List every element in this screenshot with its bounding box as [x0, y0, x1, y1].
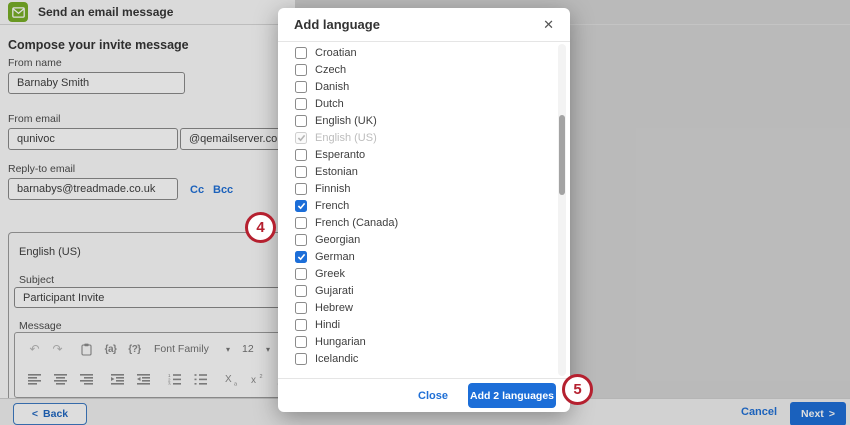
language-row[interactable]: Georgian	[278, 231, 556, 248]
language-row[interactable]: Finnish	[278, 180, 556, 197]
scrollbar-thumb[interactable]	[559, 115, 565, 195]
modal-title: Add language	[294, 17, 380, 32]
language-row[interactable]: German	[278, 248, 556, 265]
language-label: Georgian	[315, 234, 360, 246]
language-label: Estonian	[315, 166, 358, 178]
language-row[interactable]: Icelandic	[278, 350, 556, 367]
checkbox-checked-icon[interactable]	[295, 251, 307, 263]
add-language-modal: Add language ✕ Croatian Czech Danish Dutch E…	[278, 8, 570, 412]
scrollbar-track[interactable]	[558, 44, 566, 376]
language-label: Finnish	[315, 183, 350, 195]
add-languages-button[interactable]: Add 2 languages	[468, 383, 556, 408]
language-label: Croatian	[315, 47, 357, 59]
language-row[interactable]: Danish	[278, 78, 556, 95]
language-row[interactable]: Dutch	[278, 95, 556, 112]
language-row[interactable]: Esperanto	[278, 146, 556, 163]
checkbox-icon[interactable]	[295, 183, 307, 195]
language-row[interactable]: Hebrew	[278, 299, 556, 316]
language-label: Gujarati	[315, 285, 354, 297]
language-label: English (UK)	[315, 115, 377, 127]
language-label: Esperanto	[315, 149, 365, 161]
modal-footer: Close Add 2 languages	[278, 378, 570, 412]
checkbox-icon[interactable]	[295, 47, 307, 59]
close-icon[interactable]: ✕	[543, 17, 554, 33]
checkbox-icon[interactable]	[295, 149, 307, 161]
checkbox-icon[interactable]	[295, 302, 307, 314]
app-window: Send an email message Compose your invit…	[0, 0, 850, 425]
language-label: Dutch	[315, 98, 344, 110]
language-row[interactable]: English (UK)	[278, 112, 556, 129]
language-row[interactable]: Hungarian	[278, 333, 556, 350]
language-label: English (US)	[315, 132, 377, 144]
language-label: Danish	[315, 81, 349, 93]
language-label: Hungarian	[315, 336, 366, 348]
language-row[interactable]: Hindi	[278, 316, 556, 333]
language-row[interactable]: French	[278, 197, 556, 214]
language-list: Croatian Czech Danish Dutch English (UK) Engl…	[278, 43, 556, 378]
checkbox-icon[interactable]	[295, 98, 307, 110]
language-label: French	[315, 200, 349, 212]
annotation-step-5: 5	[562, 374, 593, 405]
modal-close-button[interactable]: Close	[418, 390, 448, 402]
checkbox-icon[interactable]	[295, 64, 307, 76]
language-row[interactable]: Czech	[278, 61, 556, 78]
checkbox-checked-icon	[295, 132, 307, 144]
language-label: French (Canada)	[315, 217, 398, 229]
language-row[interactable]: Estonian	[278, 163, 556, 180]
checkbox-icon[interactable]	[295, 353, 307, 365]
modal-header: Add language ✕	[278, 8, 570, 42]
language-row[interactable]: Croatian	[278, 44, 556, 61]
language-label: Hindi	[315, 319, 340, 331]
language-row[interactable]: Greek	[278, 265, 556, 282]
checkbox-icon[interactable]	[295, 319, 307, 331]
checkbox-icon[interactable]	[295, 268, 307, 280]
annotation-step-4: 4	[245, 212, 276, 243]
checkbox-icon[interactable]	[295, 81, 307, 93]
checkbox-icon[interactable]	[295, 234, 307, 246]
language-row[interactable]: Gujarati	[278, 282, 556, 299]
language-label: Czech	[315, 64, 346, 76]
checkbox-icon[interactable]	[295, 115, 307, 127]
language-label: Greek	[315, 268, 345, 280]
language-row[interactable]: English (US)	[278, 129, 556, 146]
checkbox-icon[interactable]	[295, 166, 307, 178]
language-label: German	[315, 251, 355, 263]
checkbox-icon[interactable]	[295, 217, 307, 229]
language-label: Icelandic	[315, 353, 358, 365]
checkbox-icon[interactable]	[295, 336, 307, 348]
checkbox-checked-icon[interactable]	[295, 200, 307, 212]
checkbox-icon[interactable]	[295, 285, 307, 297]
language-label: Hebrew	[315, 302, 353, 314]
language-row[interactable]: French (Canada)	[278, 214, 556, 231]
